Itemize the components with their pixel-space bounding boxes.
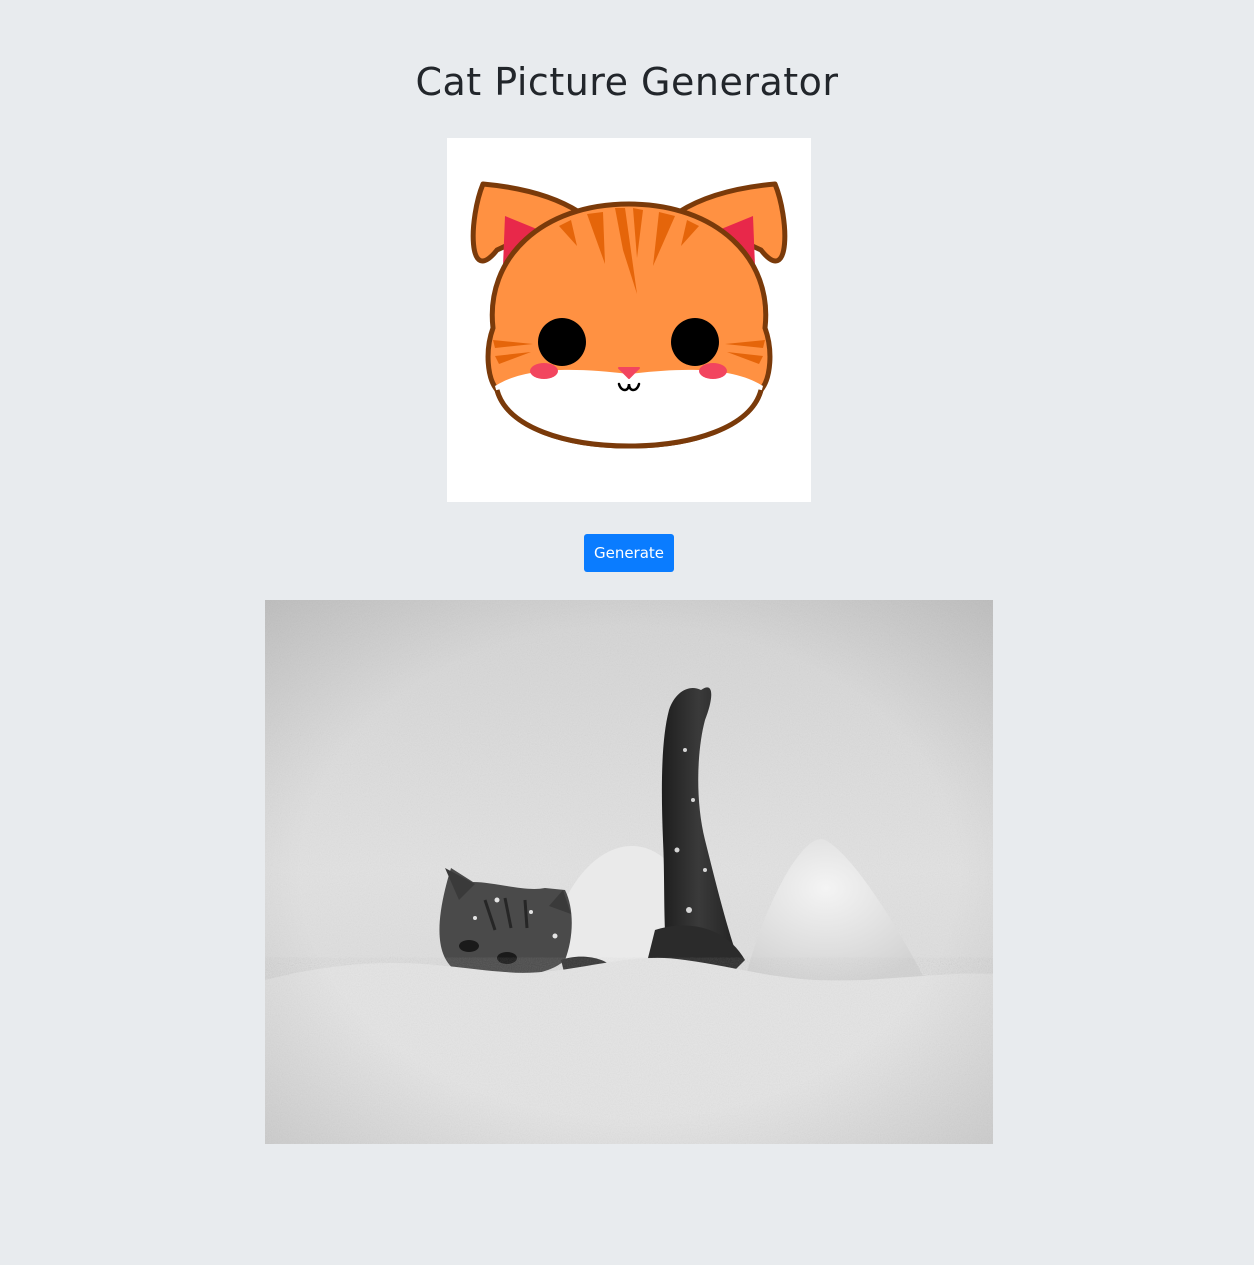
generate-button[interactable]: Generate (584, 534, 674, 572)
generated-cat-photo (265, 600, 993, 1144)
cat-logo-image (447, 138, 811, 502)
page-title: Cat Picture Generator (415, 60, 839, 104)
kitten-in-snow-photo (265, 600, 993, 1144)
cartoon-cat-face-icon (470, 181, 788, 449)
